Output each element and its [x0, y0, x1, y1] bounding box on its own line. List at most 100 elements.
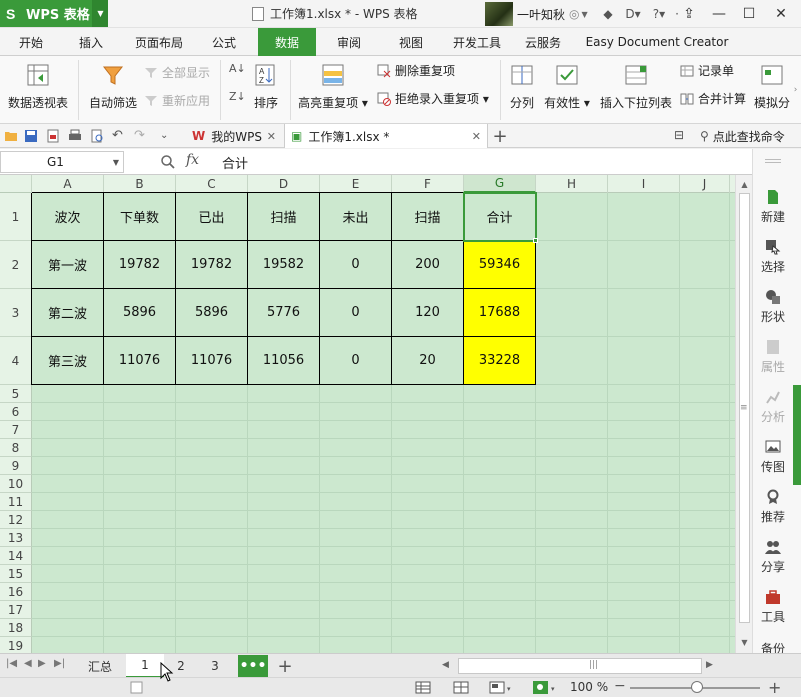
- column-header-i[interactable]: I: [608, 175, 680, 193]
- tab-developer[interactable]: 开发工具: [448, 28, 506, 56]
- panel-select[interactable]: 选择: [753, 239, 793, 275]
- name-box[interactable]: G1 ▼: [0, 151, 124, 173]
- chevron-down-icon[interactable]: ▼: [113, 158, 119, 167]
- undo-icon[interactable]: ↶: [112, 129, 126, 143]
- sheet-tab-3[interactable]: 3: [200, 654, 230, 678]
- ribbon-scroll-right-icon[interactable]: ›: [790, 80, 801, 100]
- panel-analysis[interactable]: 分析: [753, 389, 793, 425]
- more-sheets-button[interactable]: •••: [238, 655, 268, 677]
- table-cell[interactable]: 11076: [176, 337, 248, 385]
- function-icon[interactable]: fx: [186, 152, 199, 168]
- show-all-button[interactable]: 全部显示: [144, 64, 210, 81]
- export-pdf-icon[interactable]: [46, 129, 60, 143]
- table-cell[interactable]: 19582: [248, 241, 320, 289]
- print-preview-icon[interactable]: [90, 129, 104, 143]
- panel-new[interactable]: 新建: [753, 189, 793, 225]
- tab-list-icon[interactable]: ⊟: [674, 128, 684, 142]
- save-icon[interactable]: [24, 129, 38, 143]
- table-cell[interactable]: 120: [392, 289, 464, 337]
- chevron-down-icon[interactable]: ▼: [582, 10, 588, 19]
- row-header-12[interactable]: 12: [0, 511, 32, 529]
- tab-easy-document-creator[interactable]: Easy Document Creator: [584, 28, 730, 56]
- formula-input[interactable]: 合计: [222, 149, 248, 175]
- next-sheet-icon[interactable]: ▶: [38, 658, 46, 669]
- sort-ascending-button[interactable]: A↓: [229, 62, 246, 75]
- restore-ribbon-button[interactable]: ⇪: [674, 0, 704, 27]
- table-cell[interactable]: 11076: [104, 337, 176, 385]
- table-cell[interactable]: 200: [392, 241, 464, 289]
- panel-recommend[interactable]: 推荐: [753, 489, 793, 525]
- spreadsheet-grid[interactable]: ABCDEFGHIJ 1 2 3 4 5 6 7 8 9 10 11 12 13 14 15 16 17 18 19…: [0, 175, 735, 653]
- command-search[interactable]: ⚲ 点此查找命令: [700, 124, 785, 148]
- horizontal-scrollbar[interactable]: ◀ ||| ▶: [440, 658, 720, 674]
- table-cell[interactable]: 第三波: [32, 337, 104, 385]
- tab-home[interactable]: 开始: [8, 28, 54, 56]
- maximize-button[interactable]: ☐: [734, 0, 764, 27]
- column-header-f[interactable]: F: [392, 175, 464, 193]
- column-header-e[interactable]: E: [320, 175, 392, 193]
- chevron-down-icon[interactable]: ▼: [92, 0, 108, 27]
- panel-backup[interactable]: 备份: [753, 637, 793, 653]
- minimize-button[interactable]: —: [704, 0, 734, 27]
- sheet-tab-1[interactable]: 1: [126, 654, 164, 678]
- autofilter-button[interactable]: 自动筛选: [88, 56, 138, 111]
- zoom-slider-handle[interactable]: [691, 681, 703, 693]
- row-header-11[interactable]: 11: [0, 493, 32, 511]
- row-header-19[interactable]: 19: [0, 637, 32, 653]
- last-sheet-icon[interactable]: ▶|: [54, 658, 65, 669]
- highlight-duplicates-button[interactable]: 高亮重复项 ▾: [298, 56, 368, 111]
- row-header-5[interactable]: 5: [0, 385, 32, 403]
- header-cell[interactable]: 下单数: [104, 193, 176, 241]
- panel-shapes[interactable]: 形状: [753, 289, 793, 325]
- table-cell[interactable]: 33228: [464, 337, 536, 385]
- row-header-9[interactable]: 9: [0, 457, 32, 475]
- tab-data[interactable]: 数据: [258, 28, 316, 56]
- reject-duplicates-button[interactable]: 拒绝录入重复项 ▾: [377, 90, 489, 107]
- column-header-g[interactable]: G: [464, 175, 536, 193]
- page-break-view-icon[interactable]: [452, 680, 470, 695]
- scroll-up-icon[interactable]: ▲: [736, 177, 753, 191]
- tab-page-layout[interactable]: 页面布局: [128, 28, 190, 56]
- header-cell[interactable]: 扫描: [392, 193, 464, 241]
- pivot-table-button[interactable]: 数据透视表: [6, 56, 70, 111]
- validity-button[interactable]: 有效性 ▾: [543, 56, 591, 111]
- macro-icon[interactable]: [128, 680, 146, 695]
- reapply-button[interactable]: 重新应用: [144, 92, 210, 109]
- scroll-left-icon[interactable]: ◀: [442, 660, 449, 670]
- close-icon[interactable]: ✕: [472, 130, 481, 143]
- prev-sheet-icon[interactable]: ◀: [24, 658, 32, 669]
- row-header-3[interactable]: 3: [0, 289, 32, 337]
- eye-protection-icon[interactable]: ▾: [532, 680, 560, 695]
- zoom-level[interactable]: 100 %: [570, 680, 608, 694]
- reading-mode-icon[interactable]: ▾: [488, 680, 516, 695]
- table-cell[interactable]: 59346: [464, 241, 536, 289]
- header-cell[interactable]: 扫描: [248, 193, 320, 241]
- app-menu-button[interactable]: S WPS 表格 ▼: [0, 0, 108, 27]
- row-header-7[interactable]: 7: [0, 421, 32, 439]
- first-sheet-icon[interactable]: |◀: [6, 658, 17, 669]
- sort-button[interactable]: AZ 排序: [250, 56, 282, 111]
- row-header-10[interactable]: 10: [0, 475, 32, 493]
- row-header-16[interactable]: 16: [0, 583, 32, 601]
- table-cell[interactable]: 0: [320, 289, 392, 337]
- panel-share[interactable]: 分享: [753, 539, 793, 575]
- simulate-analysis-button[interactable]: 模拟分: [754, 56, 790, 111]
- row-header-14[interactable]: 14: [0, 547, 32, 565]
- tab-my-wps[interactable]: W 我的WPS ✕: [186, 124, 282, 148]
- table-cell[interactable]: 17688: [464, 289, 536, 337]
- split-column-button[interactable]: 分列: [507, 56, 537, 111]
- help-icon[interactable]: ?▾: [648, 4, 670, 24]
- table-cell[interactable]: 5896: [104, 289, 176, 337]
- sheet-tab-summary[interactable]: 汇总: [78, 654, 122, 678]
- panel-image-transfer[interactable]: 传图: [753, 439, 793, 475]
- panel-collapse-handle[interactable]: [793, 385, 801, 485]
- table-cell[interactable]: 第二波: [32, 289, 104, 337]
- row-header-18[interactable]: 18: [0, 619, 32, 637]
- row-header-8[interactable]: 8: [0, 439, 32, 457]
- redo-icon[interactable]: ↷: [134, 129, 148, 143]
- select-all-corner[interactable]: [0, 175, 32, 193]
- print-icon[interactable]: [68, 129, 82, 143]
- open-folder-icon[interactable]: [4, 129, 18, 143]
- header-cell[interactable]: 未出: [320, 193, 392, 241]
- column-header-a[interactable]: A: [32, 175, 104, 193]
